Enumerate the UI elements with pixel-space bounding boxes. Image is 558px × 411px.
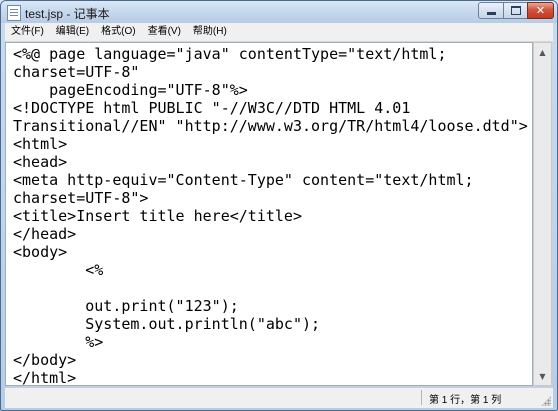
cursor-position: 第 1 行，第 1 列 bbox=[429, 395, 502, 406]
code-line: <meta http-equiv="Content-Type" content=… bbox=[13, 171, 474, 189]
status-divider bbox=[421, 390, 422, 405]
menu-help[interactable]: 帮助(H) bbox=[187, 23, 233, 41]
code-line: Transitional//EN" "http://www.w3.org/TR/… bbox=[13, 117, 528, 135]
menu-view[interactable]: 查看(V) bbox=[142, 23, 187, 41]
code-line: out.print("123"); bbox=[13, 297, 239, 315]
scroll-down-icon[interactable]: ▼ bbox=[535, 368, 550, 384]
close-button[interactable]: ✕ bbox=[527, 2, 554, 19]
close-icon: ✕ bbox=[535, 4, 546, 17]
code-line: <%@ page language="java" contentType="te… bbox=[13, 45, 447, 63]
code-line: <!DOCTYPE html PUBLIC "-//W3C//DTD HTML … bbox=[13, 99, 411, 117]
window-title: test.jsp - 记事本 bbox=[25, 7, 110, 21]
code-line: </body> bbox=[13, 351, 77, 369]
vertical-scrollbar[interactable]: ▲ ▼ bbox=[533, 42, 552, 386]
resize-grip-icon[interactable] bbox=[541, 396, 551, 406]
code-line: pageEncoding="UTF-8"%> bbox=[13, 81, 248, 99]
code-line: charset=UTF-8"> bbox=[13, 189, 149, 207]
code-line: charset=UTF-8" bbox=[13, 63, 140, 81]
maximize-button[interactable] bbox=[503, 2, 528, 19]
maximize-icon bbox=[510, 6, 521, 15]
menu-edit[interactable]: 编辑(E) bbox=[50, 23, 95, 41]
code-line: <head> bbox=[13, 153, 68, 171]
menu-bar: 文件(F) 编辑(E) 格式(O) 查看(V) 帮助(H) bbox=[5, 23, 553, 42]
code-line: <% bbox=[13, 261, 104, 279]
notepad-icon[interactable] bbox=[7, 5, 21, 21]
code-line: %> bbox=[13, 333, 104, 351]
code-line: <body> bbox=[13, 243, 68, 261]
text-editor[interactable]: <%@ page language="java" contentType="te… bbox=[5, 42, 533, 386]
code-line: </html> bbox=[13, 369, 77, 386]
title-bar[interactable]: test.jsp - 记事本 ✕ bbox=[1, 1, 557, 23]
code-line: System.out.println("abc"); bbox=[13, 315, 321, 333]
code-line: <title>Insert title here</title> bbox=[13, 207, 302, 225]
menu-format[interactable]: 格式(O) bbox=[95, 23, 141, 41]
minimize-icon bbox=[486, 12, 496, 15]
minimize-button[interactable] bbox=[478, 2, 504, 19]
code-line: </head> bbox=[13, 225, 77, 243]
code-line: <html> bbox=[13, 135, 68, 153]
scroll-up-icon[interactable]: ▲ bbox=[535, 44, 550, 60]
notepad-window: test.jsp - 记事本 ✕ 文件(F) 编辑(E) 格式(O) 查看(V)… bbox=[0, 0, 558, 411]
status-bar: 第 1 行，第 1 列 bbox=[5, 387, 553, 408]
menu-file[interactable]: 文件(F) bbox=[5, 23, 50, 41]
